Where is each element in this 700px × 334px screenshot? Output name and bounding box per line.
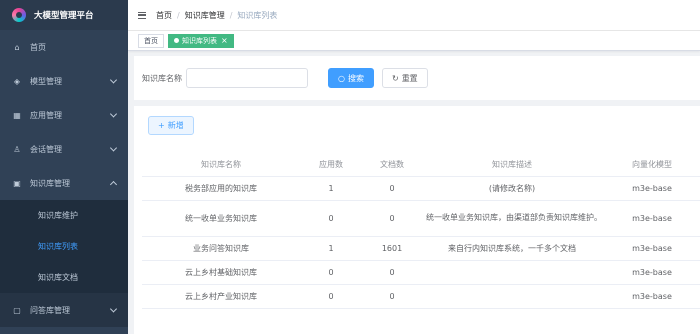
cell-apps: 1	[300, 176, 362, 201]
column-header: 应用数	[300, 154, 362, 177]
cube-icon: ◈	[13, 76, 21, 86]
breadcrumb-home[interactable]: 首页	[156, 10, 172, 21]
user-icon: ♙	[13, 144, 21, 154]
add-button-label: 新增	[167, 121, 184, 130]
reset-button[interactable]: ↻ 重置	[381, 68, 428, 88]
brand-title: 大模型管理平台	[34, 11, 94, 21]
tag-label: 知识库列表	[182, 36, 217, 45]
main-area: 首页 / 知识库管理 / 知识库列表 首页 知识库列表 × 知识库名称 ○ 搜索…	[128, 0, 700, 334]
cell-name: 业务问答知识库	[142, 236, 300, 261]
knowledge-submenu: 知识库维护 知识库列表 知识库文档	[0, 200, 128, 293]
sidebar-item-models[interactable]: ◈ 模型管理	[0, 64, 128, 98]
table-row[interactable]: 业务问答知识库 1 1601 来自行内知识库系统，一千多个文档 m3e-base	[142, 236, 700, 261]
cell-docs: 0	[362, 200, 422, 237]
sidebar-item-label: 首页	[30, 42, 46, 52]
sidebar-subitem-list[interactable]: 知识库列表	[0, 231, 128, 262]
chat-icon: ▢	[13, 305, 21, 315]
cell-model: m3e-base	[602, 200, 700, 237]
cell-name: 税务部应用的知识库	[142, 176, 300, 201]
cell-desc: (请修改名称)	[422, 176, 602, 201]
search-button-label: 搜索	[347, 73, 364, 83]
breadcrumb-current: 知识库列表	[237, 10, 278, 20]
breadcrumb-separator: /	[229, 10, 233, 20]
tags-view: 首页 知识库列表 ×	[128, 31, 700, 51]
breadcrumb-section[interactable]: 知识库管理	[185, 10, 225, 21]
cell-name: 云上乡村产业知识库	[142, 284, 300, 309]
sidebar-subitem-docs[interactable]: 知识库文档	[0, 262, 128, 293]
cell-desc	[422, 260, 602, 285]
sidebar-item-knowledge[interactable]: ▣ 知识库管理	[0, 166, 128, 200]
sidebar-item-label: 应用管理	[30, 110, 62, 120]
navbar: 首页 / 知识库管理 / 知识库列表	[128, 0, 700, 31]
table-row[interactable]: 税务部应用的知识库 1 0 (请修改名称) m3e-base	[142, 176, 700, 201]
sidebar-item-label: 问答库管理	[30, 305, 70, 315]
content-card: + 新增 知识库名称 应用数 文档数 知识库描述 向量化模型 税务部应用的知识库…	[134, 106, 700, 334]
chevron-up-icon	[109, 180, 118, 189]
column-header: 知识库描述	[422, 154, 602, 177]
cell-apps: 0	[300, 200, 362, 237]
add-button[interactable]: + 新增	[148, 116, 194, 135]
breadcrumb-separator: /	[177, 10, 180, 20]
logo-icon	[12, 8, 26, 22]
folder-icon: ▣	[13, 178, 21, 188]
cell-model: m3e-base	[602, 176, 700, 201]
column-header: 文档数	[362, 154, 422, 177]
brand: 大模型管理平台	[0, 0, 128, 30]
sidebar-item-label: 会话管理	[30, 144, 62, 154]
cell-desc: 统一收单业务知识库，由渠道部负责知识库维护。	[422, 200, 602, 237]
refresh-icon: ↻	[391, 73, 399, 83]
knowledge-name-input[interactable]	[186, 68, 308, 88]
chevron-down-icon	[109, 144, 118, 152]
sidebar-item-sessions[interactable]: ♙ 会话管理	[0, 132, 128, 166]
home-icon: ⌂	[14, 42, 20, 52]
knowledge-name-label: 知识库名称	[142, 73, 182, 83]
reset-button-label: 重置	[401, 73, 418, 83]
sidebar-item-apps[interactable]: ▦ 应用管理	[0, 98, 128, 132]
cell-model: m3e-base	[602, 284, 700, 309]
table-header-row: 知识库名称 应用数 文档数 知识库描述 向量化模型	[142, 154, 700, 177]
search-button[interactable]: ○ 搜索	[328, 68, 374, 88]
cell-docs: 0	[362, 176, 422, 201]
cell-apps: 0	[300, 284, 362, 309]
cell-docs: 1601	[362, 236, 422, 261]
column-header: 知识库名称	[142, 154, 300, 177]
cell-apps: 0	[300, 260, 362, 285]
hamburger-icon[interactable]	[138, 11, 146, 19]
sidebar-subitem-maintain[interactable]: 知识库维护	[0, 200, 128, 231]
table-row[interactable]: 云上乡村基础知识库 0 0 m3e-base	[142, 260, 700, 285]
knowledge-table: 知识库名称 应用数 文档数 知识库描述 向量化模型 税务部应用的知识库 1 0 …	[142, 154, 700, 309]
cell-name: 云上乡村基础知识库	[142, 260, 300, 285]
sidebar-item-label: 模型管理	[30, 76, 62, 86]
cell-desc	[422, 284, 602, 309]
breadcrumb: 首页 / 知识库管理 / 知识库列表	[156, 10, 277, 21]
active-dot-icon	[174, 38, 179, 43]
sidebar: 大模型管理平台 ⌂ 首页 ◈ 模型管理 ▦ 应用管理 ♙ 会话管理 ▣ 知识库管…	[0, 0, 128, 334]
search-form: 知识库名称 ○ 搜索 ↻ 重置	[134, 56, 700, 100]
cell-model: m3e-base	[602, 260, 700, 285]
grid-icon: ▦	[13, 110, 21, 120]
chevron-down-icon	[109, 305, 118, 313]
sidebar-item-label: 知识库管理	[30, 178, 70, 188]
table-row[interactable]: 统一收单业务知识库 0 0 统一收单业务知识库，由渠道部负责知识库维护。 m3e…	[142, 200, 700, 237]
tag-knowledge-list[interactable]: 知识库列表 ×	[168, 33, 234, 48]
chevron-down-icon	[109, 110, 118, 118]
cell-docs: 0	[362, 284, 422, 309]
tag-label: 首页	[144, 36, 158, 45]
cell-desc: 来自行内知识库系统，一千多个文档	[422, 236, 602, 261]
table-row[interactable]: 云上乡村产业知识库 0 0 m3e-base	[142, 284, 700, 309]
cell-docs: 0	[362, 260, 422, 285]
cell-name: 统一收单业务知识库	[142, 200, 300, 237]
chevron-down-icon	[109, 76, 118, 84]
cell-model: m3e-base	[602, 236, 700, 261]
close-icon[interactable]: ×	[221, 36, 228, 45]
sidebar-item-qa[interactable]: ▢ 问答库管理	[0, 293, 128, 327]
column-header: 向量化模型	[602, 154, 700, 177]
plus-icon: +	[158, 121, 165, 130]
sidebar-item-home[interactable]: ⌂ 首页	[0, 30, 128, 64]
tag-home[interactable]: 首页	[138, 33, 164, 48]
search-icon: ○	[338, 73, 345, 83]
cell-apps: 1	[300, 236, 362, 261]
